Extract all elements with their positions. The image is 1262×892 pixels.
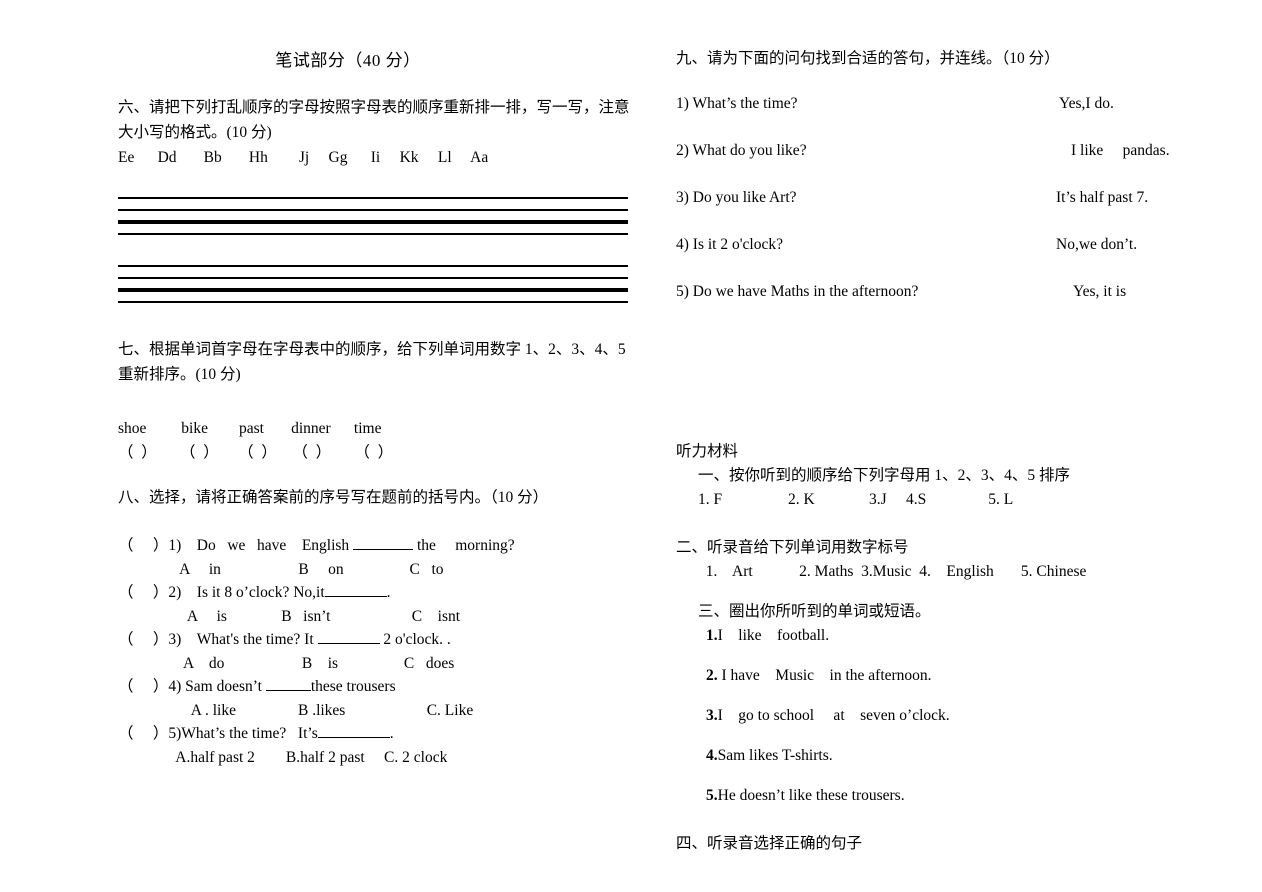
match-row: 3) Do you like Art? It’s half past 7. (676, 189, 1216, 236)
match-answer[interactable]: No,we don’t. (1056, 236, 1137, 254)
listening-sentence: 1.I like football. (676, 624, 1216, 648)
sentence-number: 5. (706, 787, 718, 804)
sentence-text: I like football. (717, 627, 830, 644)
listening-part4-heading: 四、听录音选择正确的句子 (676, 835, 863, 852)
writing-stave-1[interactable] (118, 197, 628, 245)
listening-part1-heading: 一、按你听到的顺序给下列字母用 1、2、3、4、5 排序 (698, 467, 1071, 484)
listening-part1-items: 1. F 2. K 3.J 4.S 5. L (698, 491, 1014, 508)
section-seven: 七、根据单词首字母在字母表中的顺序，给下列单词用数字 1、2、3、4、5 重新排… (118, 337, 658, 465)
page-title: 笔试部分（40 分） (275, 51, 421, 70)
mc-stem-pre: （ ）1) Do we have English (118, 537, 354, 554)
mc-stem-pre: （ ）4) Sam doesn’t (118, 678, 266, 695)
mc-stem-post: . (386, 584, 391, 601)
stave-line-4 (118, 233, 628, 235)
listening-title: 听力材料 (676, 443, 739, 460)
mc-question-4: （ ）4) Sam doesn’t these trousers A . lik… (118, 675, 658, 722)
section-seven-heading-line2: 重新排序。(10 分) (118, 366, 241, 383)
listening-sentence: 4.Sam likes T-shirts. (676, 744, 1216, 768)
answer-blank[interactable] (353, 549, 414, 550)
section-seven-words: shoe bike past dinner time (118, 420, 382, 437)
mc-stem-post: 2 o'clock. . (379, 631, 451, 648)
sentence-number: 4. (706, 747, 718, 764)
mc-options[interactable]: A is B isn’t C isnt (118, 605, 658, 629)
section-nine: 九、请为下面的问句找到合适的答句，并连线。（10 分） 1) What’s th… (676, 46, 1216, 330)
mc-stem-post: these trousers (310, 678, 396, 695)
sentence-number: 1. (706, 627, 718, 644)
mc-question-2: （ ）2) Is it 8 o’clock? No,it. A is B isn… (118, 581, 658, 628)
listening-part2-heading: 二、听录音给下列单词用数字标号 (676, 539, 909, 556)
listening-sentence: 5.He doesn’t like these trousers. (676, 784, 1216, 808)
section-six-heading-line2: 大小写的格式。(10 分) (118, 124, 272, 141)
section-six-letters: Ee Dd Bb Hh Jj Gg Ii Kk Ll Aa (118, 149, 489, 166)
sentence-number: 2. (706, 667, 718, 684)
exam-page: 笔试部分（40 分） 六、请把下列打乱顺序的字母按照字母表的顺序重新排一排，写一… (0, 0, 1262, 892)
section-six-heading-line1: 六、请把下列打乱顺序的字母按照字母表的顺序重新排一排，写一写，注意 (118, 99, 630, 116)
answer-blank[interactable] (317, 643, 380, 644)
stave-line-2 (118, 277, 628, 279)
mc-stem-pre: （ ）5)What’s the time? It’s (118, 725, 318, 742)
mc-question-5: （ ）5)What’s the time? It’s. A.half past … (118, 722, 658, 769)
match-row: 2) What do you like? I like pandas. (676, 142, 1216, 189)
listening-part3-heading: 三、圈出你所听到的单词或短语。 (698, 603, 931, 620)
match-row: 1) What’s the time? Yes,I do. (676, 95, 1216, 142)
section-eight-heading: 八、选择，请将正确答案前的序号写在题前的括号内。（10 分） (118, 489, 549, 506)
match-question[interactable]: 3) Do you like Art? (676, 189, 797, 207)
match-question[interactable]: 4) Is it 2 o'clock? (676, 236, 783, 254)
section-nine-heading: 九、请为下面的问句找到合适的答句，并连线。（10 分） (676, 50, 1060, 67)
listening-sentence: 2. I have Music in the afternoon. (676, 664, 1216, 688)
section-eight: 八、选择，请将正确答案前的序号写在题前的括号内。（10 分） （ ）1) Do … (118, 485, 658, 769)
stave-line-2 (118, 209, 628, 211)
mc-question-1: （ ）1) Do we have English the morning? A … (118, 534, 658, 581)
mc-options[interactable]: A.half past 2 B.half 2 past C. 2 clock (118, 746, 658, 770)
left-column: 笔试部分（40 分） 六、请把下列打乱顺序的字母按照字母表的顺序重新排一排，写一… (118, 0, 658, 769)
mc-question-3: （ ）3) What's the time? It 2 o'clock. . A… (118, 628, 658, 675)
match-row: 4) Is it 2 o'clock? No,we don’t. (676, 236, 1216, 283)
mc-stem-pre: （ ）2) Is it 8 o’clock? No,it (118, 584, 325, 601)
match-question[interactable]: 1) What’s the time? (676, 95, 798, 113)
mc-stem-pre: （ ）3) What's the time? It (118, 631, 318, 648)
sentence-number: 3. (706, 707, 718, 724)
stave-line-3-baseline (118, 220, 628, 224)
stave-line-1 (118, 197, 628, 199)
listening-sentence: 3.I go to school at seven o’clock. (676, 704, 1216, 728)
match-question[interactable]: 2) What do you like? (676, 142, 807, 160)
listening-materials: 听力材料 一、按你听到的顺序给下列字母用 1、2、3、4、5 排序 1. F 2… (676, 440, 1216, 856)
mc-options[interactable]: A . like B .likes C. Like (118, 699, 658, 723)
match-answer[interactable]: Yes,I do. (1059, 95, 1114, 113)
sentence-text: I go to school at seven o’clock. (717, 707, 950, 724)
sentence-text: I have Music in the afternoon. (717, 667, 932, 684)
match-answer[interactable]: It’s half past 7. (1056, 189, 1148, 207)
mc-stem-post: the morning? (413, 537, 515, 554)
mc-options[interactable]: A in B on C to (118, 558, 658, 582)
answer-blank[interactable] (317, 737, 390, 738)
match-question[interactable]: 5) Do we have Maths in the afternoon? (676, 283, 918, 301)
sentence-text: He doesn’t like these trousers. (717, 787, 905, 804)
stave-line-4 (118, 301, 628, 303)
section-six: 六、请把下列打乱顺序的字母按照字母表的顺序重新排一排，写一写，注意 大小写的格式… (118, 95, 658, 313)
writing-stave-2[interactable] (118, 265, 628, 313)
section-seven-brackets[interactable]: （ ） （ ） （ ） （ ） （ ） (118, 441, 658, 465)
sentence-text: Sam likes T-shirts. (717, 747, 833, 764)
answer-blank[interactable] (265, 690, 311, 691)
answer-blank[interactable] (324, 596, 387, 597)
mc-stem-post: . (389, 725, 394, 742)
match-answer[interactable]: Yes, it is (1073, 283, 1126, 301)
stave-line-1 (118, 265, 628, 267)
mc-options[interactable]: A do B is C does (118, 652, 658, 676)
listening-part2-items: 1. Art 2. Maths 3.Music 4. English 5. Ch… (698, 563, 1087, 580)
right-column: 九、请为下面的问句找到合适的答句，并连线。（10 分） 1) What’s th… (676, 0, 1216, 856)
match-row: 5) Do we have Maths in the afternoon? Ye… (676, 283, 1216, 330)
section-seven-heading-line1: 七、根据单词首字母在字母表中的顺序，给下列单词用数字 1、2、3、4、5 (118, 341, 626, 358)
stave-line-3-baseline (118, 288, 628, 292)
match-answer[interactable]: I like pandas. (1071, 142, 1170, 160)
